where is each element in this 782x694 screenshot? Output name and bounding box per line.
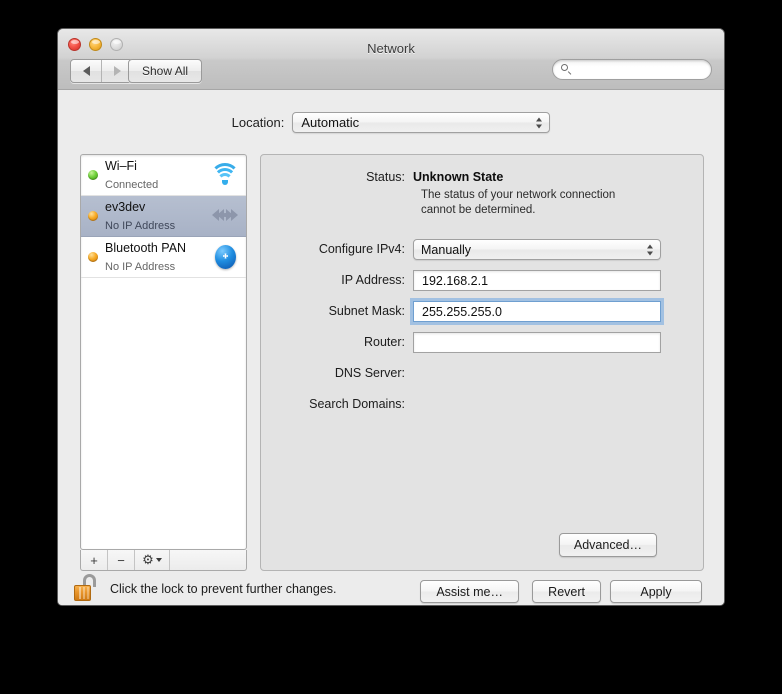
revert-label: Revert [548, 585, 585, 599]
revert-button[interactable]: Revert [532, 580, 601, 603]
location-row: Location: Automatic [58, 112, 724, 133]
list-item-ev3dev[interactable]: ev3dev No IP Address [81, 196, 246, 237]
lock-icon[interactable] [74, 574, 100, 602]
assist-me-label: Assist me… [436, 585, 503, 599]
ip-address-field[interactable] [413, 270, 661, 291]
status-description: The status of your network connection ca… [421, 188, 651, 218]
interface-actions-button[interactable]: ⚙ [135, 550, 170, 570]
toolbar-filler [170, 550, 246, 570]
location-label: Location: [232, 115, 285, 130]
interface-texts: Wi–Fi Connected [105, 157, 210, 193]
search-field[interactable] [552, 59, 712, 80]
router-field[interactable] [413, 332, 661, 353]
subnet-mask-row: Subnet Mask: [261, 301, 661, 322]
router-row: Router: [261, 332, 661, 353]
advanced-button[interactable]: Advanced… [559, 533, 657, 557]
navigation-segmented-control [70, 59, 133, 83]
show-all-label: Show All [142, 64, 188, 78]
interface-status: No IP Address [105, 220, 175, 232]
status-row: Status: Unknown State [261, 167, 503, 187]
interface-status: No IP Address [105, 261, 175, 273]
wifi-icon [210, 161, 240, 189]
location-selected-value: Automatic [301, 115, 359, 130]
search-input[interactable] [577, 63, 701, 77]
list-item-bluetooth-pan[interactable]: Bluetooth PAN No IP Address ᛭ [81, 237, 246, 278]
subnet-mask-label: Subnet Mask: [261, 301, 413, 321]
configure-ipv4-value: Manually [421, 243, 471, 257]
back-button[interactable] [71, 60, 101, 82]
list-item-wifi[interactable]: Wi–Fi Connected [81, 155, 246, 196]
search-icon [561, 64, 572, 75]
interface-details-panel: Status: Unknown State The status of your… [260, 154, 704, 571]
apply-label: Apply [640, 585, 671, 599]
apply-button[interactable]: Apply [610, 580, 702, 603]
status-dot-warning [88, 252, 98, 262]
location-popup-button[interactable]: Automatic [292, 112, 550, 133]
router-label: Router: [261, 332, 413, 352]
configure-ipv4-popup-button[interactable]: Manually [413, 239, 661, 260]
chevron-updown-icon [536, 117, 542, 128]
network-interface-list[interactable]: Wi–Fi Connected ev3dev No IP Address [80, 154, 247, 550]
ethernet-icon [210, 202, 240, 230]
window-footer: Click the lock to prevent further change… [58, 576, 724, 606]
plus-icon: + [90, 553, 98, 568]
remove-interface-button[interactable]: − [108, 550, 135, 570]
status-dot-connected [88, 170, 98, 180]
interface-texts: Bluetooth PAN No IP Address [105, 239, 210, 275]
chevron-down-icon [156, 558, 162, 562]
advanced-label: Advanced… [574, 538, 642, 552]
chevron-updown-icon [647, 244, 653, 255]
configure-ipv4-label: Configure IPv4: [261, 239, 413, 259]
ip-address-label: IP Address: [261, 270, 413, 290]
forward-arrow-icon [114, 66, 121, 76]
interface-name: ev3dev [105, 200, 145, 214]
bluetooth-icon: ᛭ [210, 243, 240, 271]
dns-server-row: DNS Server: [261, 363, 413, 383]
window-body: Location: Automatic Wi–Fi Connected [58, 90, 724, 606]
ip-address-input[interactable] [420, 273, 658, 289]
subnet-mask-field[interactable] [413, 301, 661, 322]
search-domains-row: Search Domains: [261, 394, 413, 414]
back-arrow-icon [83, 66, 90, 76]
subnet-mask-input[interactable] [420, 304, 658, 320]
interface-texts: ev3dev No IP Address [105, 198, 210, 234]
interface-name: Bluetooth PAN [105, 241, 186, 255]
configure-ipv4-row: Configure IPv4: Manually [261, 239, 661, 260]
add-interface-button[interactable]: + [81, 550, 108, 570]
search-domains-label: Search Domains: [261, 394, 413, 414]
lock-hint-text: Click the lock to prevent further change… [110, 582, 337, 596]
network-preferences-window: Network Show All Location: Automatic [57, 28, 725, 606]
minus-icon: − [117, 553, 125, 568]
router-input[interactable] [420, 335, 658, 351]
interface-name: Wi–Fi [105, 159, 137, 173]
interface-status: Connected [105, 179, 158, 191]
window-titlebar: Network Show All [58, 29, 724, 90]
show-all-button[interactable]: Show All [128, 59, 202, 83]
gear-icon: ⚙ [142, 552, 154, 568]
interface-list-toolbar: + − ⚙ [80, 550, 247, 571]
dns-server-label: DNS Server: [261, 363, 413, 383]
assist-me-button[interactable]: Assist me… [420, 580, 519, 603]
ip-address-row: IP Address: [261, 270, 661, 291]
status-dot-warning [88, 211, 98, 221]
window-title: Network [58, 41, 724, 56]
status-label: Status: [261, 167, 413, 187]
status-value: Unknown State [413, 167, 503, 187]
